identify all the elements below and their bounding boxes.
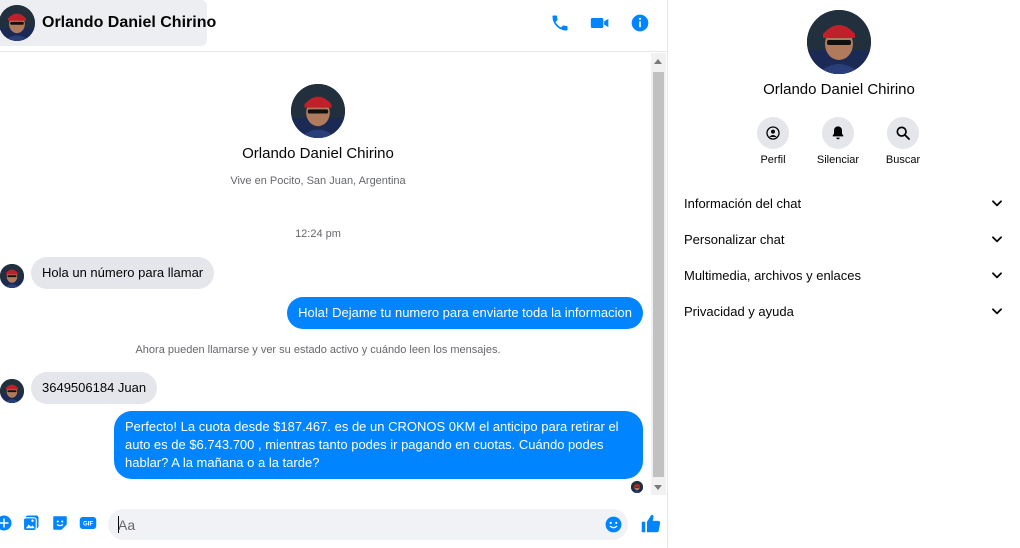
- message-bubble-incoming[interactable]: 3649506184 Juan: [31, 372, 158, 404]
- message-bubble-outgoing[interactable]: Perfecto! La cuota desde $187.467. es de…: [114, 411, 643, 479]
- svg-text:GIF: GIF: [83, 522, 93, 528]
- image-icon[interactable]: [21, 513, 41, 533]
- section-label: Información del chat: [684, 195, 802, 211]
- search-icon: [887, 117, 919, 149]
- chat-pane: Orlando Daniel Chirino Orlando Daniel Ch…: [0, 0, 668, 548]
- sender-avatar[interactable]: [0, 379, 24, 403]
- profile-icon: [757, 117, 789, 149]
- chat-header: Orlando Daniel Chirino: [0, 0, 668, 52]
- search-label: Buscar: [885, 154, 921, 166]
- section-label: Personalizar chat: [684, 231, 785, 247]
- header-contact[interactable]: Orlando Daniel Chirino: [0, 0, 216, 46]
- plus-icon[interactable]: [0, 513, 14, 533]
- message-list[interactable]: Orlando Daniel Chirino Vive en Pocito, S…: [0, 53, 650, 495]
- profile-label: Perfil: [760, 154, 786, 166]
- info-contact-name: Orlando Daniel Chirino: [763, 81, 915, 98]
- text-caret: [118, 516, 119, 533]
- message-timestamp: 12:24 pm: [295, 228, 341, 240]
- search-button[interactable]: Buscar: [873, 117, 933, 166]
- scroll-thumb[interactable]: [653, 72, 664, 477]
- section-privacy-help[interactable]: Privacidad y ayuda: [684, 299, 1004, 323]
- composer: GIF: [0, 500, 668, 548]
- system-notice: Ahora pueden llamarse y ver su estado ac…: [135, 344, 501, 356]
- chevron-down-icon: [992, 272, 1002, 279]
- bell-icon: [822, 117, 854, 149]
- chevron-down-icon: [992, 308, 1002, 315]
- emoji-icon[interactable]: [604, 515, 623, 534]
- video-call-icon[interactable]: [589, 12, 611, 34]
- phone-icon[interactable]: [549, 12, 571, 34]
- gif-icon[interactable]: GIF: [78, 513, 98, 533]
- message-scrollbar[interactable]: [651, 53, 666, 495]
- messenger-window: Orlando Daniel Chirino Orlando Daniel Ch…: [0, 0, 1020, 548]
- info-icon[interactable]: [629, 12, 651, 34]
- header-contact-name: Orlando Daniel Chirino: [42, 14, 217, 31]
- profile-button[interactable]: Perfil: [743, 117, 803, 166]
- message-bubble-outgoing[interactable]: Hola! Dejame tu numero para enviarte tod…: [287, 297, 643, 329]
- chevron-down-icon: [992, 236, 1002, 243]
- sticker-icon[interactable]: [50, 513, 70, 533]
- intro-avatar: [291, 84, 345, 138]
- chevron-down-icon: [992, 200, 1002, 207]
- thumbs-up-icon[interactable]: [639, 512, 661, 534]
- message-input[interactable]: [118, 515, 598, 535]
- header-avatar[interactable]: [0, 5, 35, 41]
- mute-label: Silenciar: [816, 154, 860, 166]
- section-chat-info[interactable]: Información del chat: [684, 191, 1004, 215]
- section-label: Privacidad y ayuda: [684, 303, 794, 319]
- intro-location: Vive en Pocito, San Juan, Argentina: [230, 175, 406, 187]
- read-receipt-avatar: [631, 481, 643, 493]
- section-media-files-links[interactable]: Multimedia, archivos y enlaces: [684, 263, 1004, 287]
- scroll-down-arrow[interactable]: [654, 485, 662, 490]
- message-input-box[interactable]: [108, 509, 628, 540]
- message-bubble-incoming[interactable]: Hola un número para llamar: [31, 257, 215, 289]
- section-customize-chat[interactable]: Personalizar chat: [684, 227, 1004, 251]
- sender-avatar[interactable]: [0, 264, 24, 288]
- scroll-up-arrow[interactable]: [654, 59, 662, 64]
- chat-info-panel: Orlando Daniel Chirino Perfil Silenciar …: [669, 0, 1020, 548]
- mute-button[interactable]: Silenciar: [808, 117, 868, 166]
- info-avatar[interactable]: [807, 10, 871, 74]
- section-label: Multimedia, archivos y enlaces: [684, 267, 862, 283]
- intro-name: Orlando Daniel Chirino: [242, 145, 394, 162]
